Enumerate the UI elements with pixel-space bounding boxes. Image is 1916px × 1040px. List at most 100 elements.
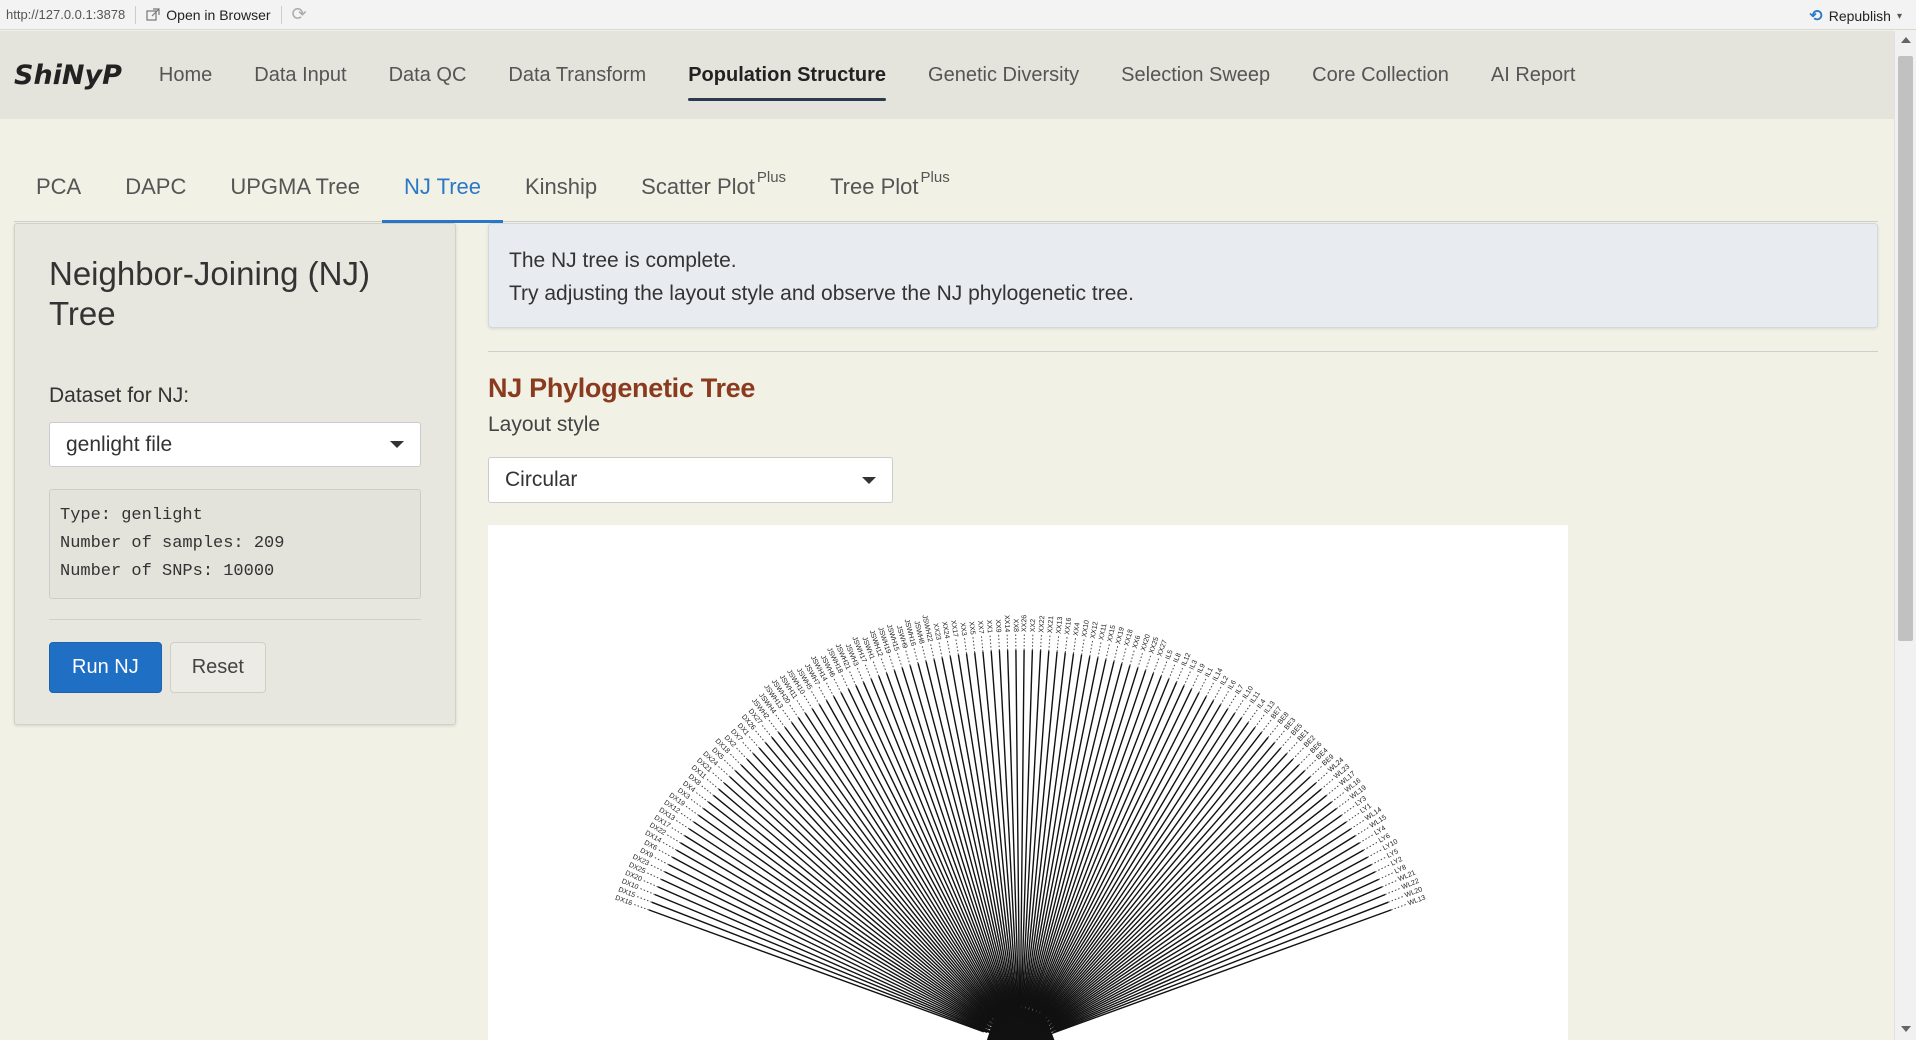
external-link-icon: [146, 7, 160, 21]
layout-style-select[interactable]: Circular: [488, 457, 893, 503]
nav-item-genetic-diversity[interactable]: Genetic Diversity: [907, 31, 1100, 119]
tree-label-guide: [680, 812, 695, 823]
tab-kinship[interactable]: Kinship: [503, 150, 619, 222]
tree-section-title: NJ Phylogenetic Tree: [488, 373, 756, 403]
tree-label-guide: [980, 635, 984, 652]
tree-label-guide: [1040, 634, 1042, 651]
tree-label-guide: [955, 638, 959, 655]
nav-item-data-qc[interactable]: Data QC: [368, 31, 488, 119]
open-in-browser-button[interactable]: Open in Browser: [146, 7, 271, 23]
tree-label-guide: [1081, 638, 1085, 655]
tab-label: PCA: [36, 174, 82, 199]
tab-label: Kinship: [525, 174, 598, 199]
tree-label-guide: [636, 895, 652, 903]
refresh-icon[interactable]: ⟳: [292, 4, 307, 25]
tree-label-guide: [1220, 690, 1230, 705]
tree-label-guide: [1309, 765, 1323, 778]
tree-label-guide: [658, 849, 673, 858]
nj-sidebar-panel: Neighbor-Joining (NJ) Tree Dataset for N…: [14, 223, 456, 725]
tree-label-guide: [1152, 658, 1160, 674]
scrollbar-thumb[interactable]: [1898, 56, 1913, 641]
tree-branch: [1044, 842, 1360, 1032]
layout-style-label: Layout style: [488, 413, 601, 436]
nav-item-population-structure[interactable]: Population Structure: [667, 31, 907, 119]
nav-menu: Home Data Input Data QC Data Transform Popul…: [138, 31, 1596, 119]
republish-button[interactable]: ⟲ Republish ▾: [1809, 6, 1902, 26]
nav-item-home[interactable]: Home: [138, 31, 233, 119]
tree-label-guide: [1374, 864, 1390, 873]
nav-item-data-input[interactable]: Data Input: [233, 31, 367, 119]
tree-label-guide: [1006, 634, 1009, 651]
viewer-toolbar: http://127.0.0.1:3878 Open in Browser ⟳ …: [0, 0, 1916, 30]
tree-leaf-label: XX14: [1003, 615, 1011, 632]
divider: [488, 351, 1878, 352]
nj-tree-plot: DX16 DX15 DX10 DX20 DX25 DX23 DX9 DX6 DX14 DX22 DX…: [488, 525, 1568, 1040]
tree-label-guide: [946, 640, 951, 657]
tree-label-guide: [639, 887, 655, 895]
nav-item-data-transform[interactable]: Data Transform: [487, 31, 667, 119]
nav-item-core-collection[interactable]: Core Collection: [1291, 31, 1470, 119]
scroll-up-icon[interactable]: [1901, 37, 1911, 43]
tree-label-guide: [1247, 709, 1258, 723]
tree-label-guide: [723, 759, 736, 772]
dataset-info-box: Type: genlight Number of samples: 209 Nu…: [49, 489, 421, 599]
tree-branch: [698, 814, 998, 1029]
tab-scatter-plot[interactable]: Scatter Plot Plus: [619, 150, 808, 222]
tree-leaf-label: XX22: [1038, 615, 1046, 633]
tree-label-guide: [1331, 791, 1345, 803]
main-navbar: ShiNyP Home Data Input Data QC Data Transfo…: [0, 31, 1894, 119]
tree-label-guide: [1345, 812, 1360, 823]
tab-dapc[interactable]: DAPC: [103, 150, 208, 222]
tree-label-guide: [662, 841, 677, 851]
tree-label-guide: [654, 856, 669, 866]
page-scrollbar[interactable]: [1894, 31, 1916, 1040]
tree-label-guide: [1304, 759, 1317, 772]
tree-leaf-label: XX4: [1073, 622, 1082, 636]
nav-item-ai-report[interactable]: AI Report: [1470, 31, 1596, 119]
tab-superscript: Plus: [756, 168, 787, 186]
tab-label: DAPC: [125, 174, 187, 199]
tree-label-guide: [1261, 719, 1272, 733]
panel-title: Neighbor-Joining (NJ) Tree: [49, 255, 370, 332]
tree-label-guide: [789, 704, 799, 719]
tree-label-guide: [1385, 887, 1401, 895]
tree-label-guide: [1381, 880, 1397, 888]
app-brand[interactable]: ShiNyP: [14, 60, 122, 91]
tree-branch: [1035, 722, 1249, 1023]
tree-label-guide: [735, 747, 748, 760]
tree-label-guide: [818, 686, 828, 701]
tree-label-guide: [938, 642, 943, 658]
scroll-down-icon[interactable]: [1901, 1026, 1911, 1032]
tree-label-guide: [1105, 643, 1110, 660]
tree-leaf-label: XX2: [1030, 619, 1037, 633]
tree-leaf-label: XX21: [1047, 616, 1055, 634]
tree-label-guide: [671, 826, 686, 837]
info-line: Number of SNPs: 10000: [60, 562, 275, 581]
tab-upgma-tree[interactable]: UPGMA Tree: [208, 150, 382, 222]
tree-label-guide: [1145, 655, 1152, 671]
tree-label-guide: [1176, 667, 1184, 683]
tree-label-guide: [748, 735, 760, 749]
tree-label-guide: [1371, 856, 1386, 866]
tab-nj-tree[interactable]: NJ Tree: [381, 150, 504, 223]
run-nj-button[interactable]: Run NJ: [49, 642, 162, 693]
reset-button[interactable]: Reset: [169, 642, 266, 693]
tab-pca[interactable]: PCA: [14, 150, 103, 222]
tree-label-guide: [1227, 695, 1237, 710]
tree-label-guide: [646, 872, 662, 880]
tree-label-guide: [633, 903, 649, 911]
dataset-label: Dataset for NJ:: [49, 384, 190, 407]
tree-label-guide: [1378, 872, 1394, 880]
nav-item-selection-sweep[interactable]: Selection Sweep: [1100, 31, 1291, 119]
tab-tree-plot[interactable]: Tree Plot Plus: [808, 150, 972, 222]
tree-label-guide: [972, 636, 976, 653]
tree-branch: [723, 782, 1000, 1027]
tree-label-guide: [1031, 634, 1034, 651]
tree-label-guide: [706, 778, 720, 790]
dataset-select[interactable]: genlight file: [49, 422, 421, 467]
tree-label-guide: [872, 660, 880, 677]
tree-label-guide: [1137, 652, 1144, 669]
tree-leaf-label: XX13: [1056, 616, 1065, 634]
tree-branch: [672, 856, 993, 1031]
layout-selected-value: Circular: [505, 468, 578, 491]
